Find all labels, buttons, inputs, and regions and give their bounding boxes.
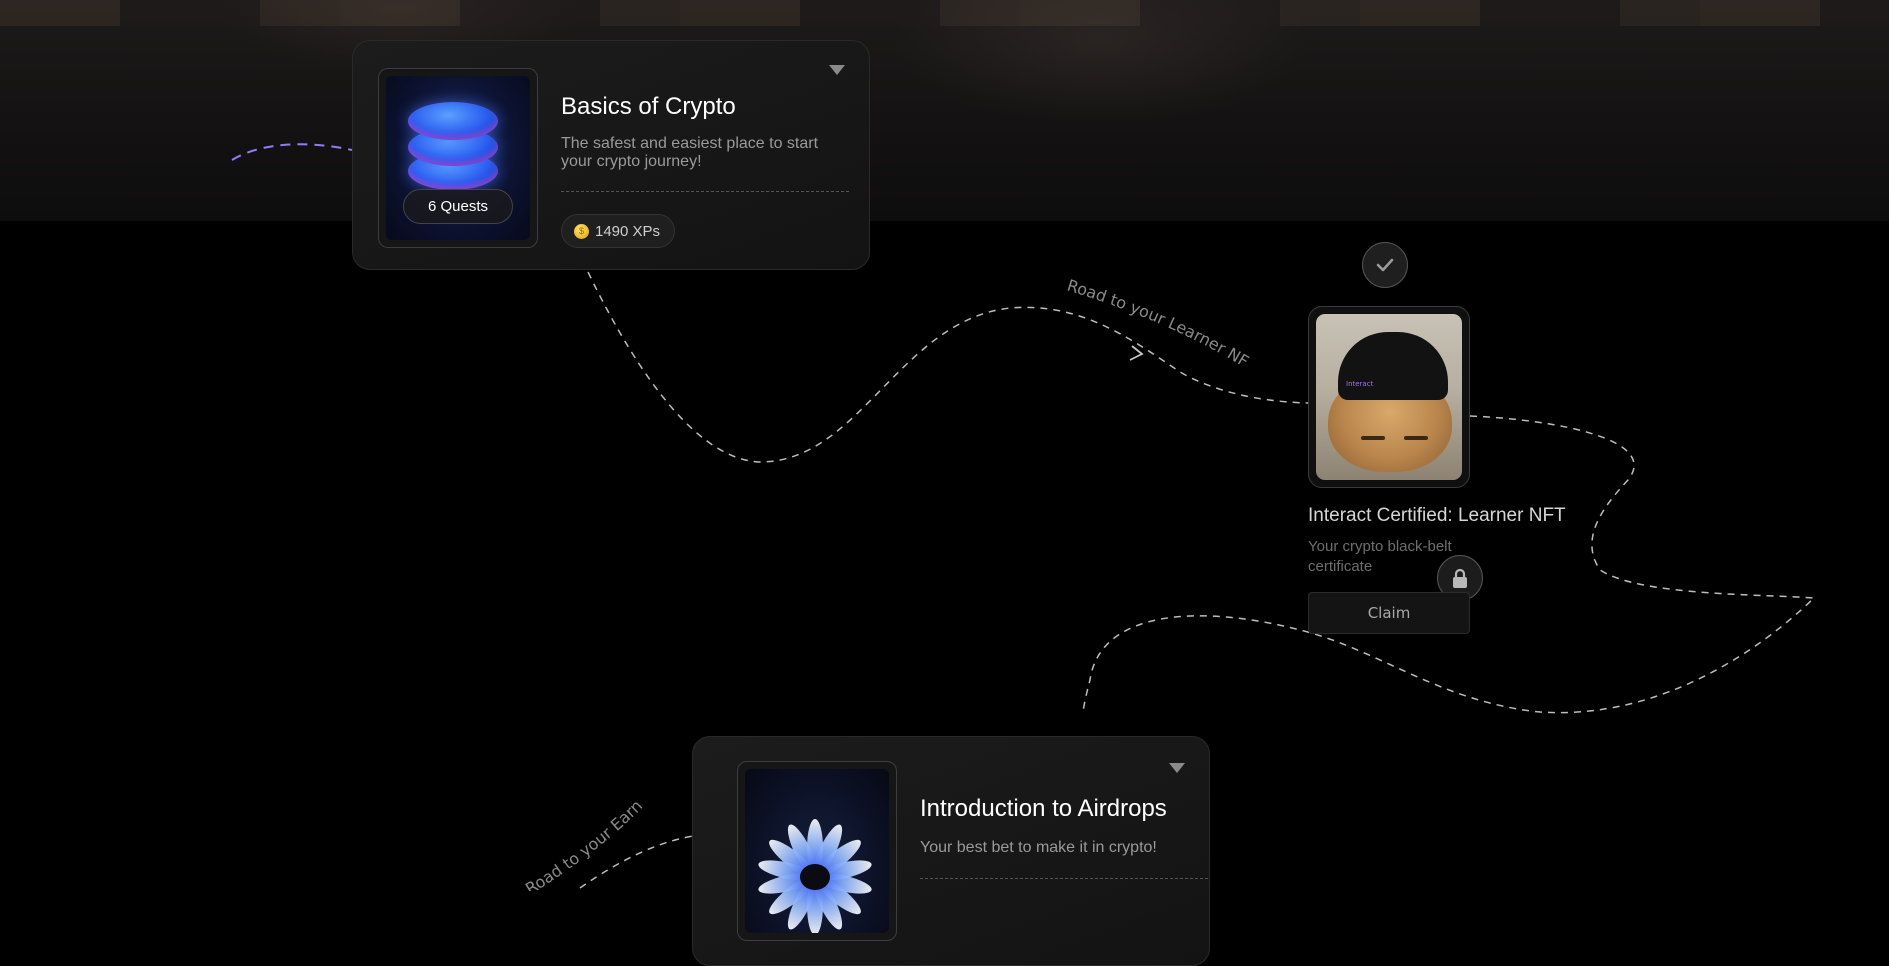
coin-icon: $ bbox=[574, 223, 589, 239]
completed-check-badge bbox=[1362, 242, 1408, 288]
course-card-basics-of-crypto[interactable]: 6 Quests Basics of Crypto The safest and… bbox=[352, 40, 870, 270]
nft-cat-image: Interact bbox=[1316, 314, 1462, 480]
flower-center bbox=[800, 864, 830, 890]
lock-icon bbox=[1453, 568, 1467, 588]
course-title: Basics of Crypto bbox=[561, 93, 736, 120]
course-thumbnail bbox=[737, 761, 897, 941]
beanie-logo: Interact bbox=[1346, 380, 1374, 388]
nft-title: Interact Certified: Learner NFT bbox=[1308, 505, 1566, 526]
card-divider bbox=[920, 878, 1208, 879]
check-icon bbox=[1376, 258, 1394, 272]
flower-icon bbox=[745, 769, 889, 933]
xp-label: 1490 XPs bbox=[595, 222, 661, 240]
learner-arrow-icon bbox=[1129, 345, 1144, 361]
nft-image-frame: Interact bbox=[1308, 306, 1470, 488]
xp-badge: $ 1490 XPs bbox=[561, 214, 676, 248]
intro-path-segment bbox=[231, 143, 353, 161]
course-title: Introduction to Airdrops bbox=[920, 795, 1167, 822]
course-description: The safest and easiest place to start yo… bbox=[561, 135, 819, 170]
quests-count-badge: 6 Quests bbox=[402, 189, 514, 224]
caret-down-icon[interactable] bbox=[1169, 763, 1185, 773]
course-card-introduction-to-airdrops[interactable]: Introduction to Airdrops Your best bet t… bbox=[692, 736, 1210, 966]
caret-down-icon[interactable] bbox=[829, 65, 845, 75]
course-description: Your best bet to make it in crypto! bbox=[920, 839, 1157, 856]
claim-button[interactable]: Claim bbox=[1308, 592, 1470, 634]
learner-path-segment bbox=[587, 271, 1309, 463]
card-divider bbox=[561, 191, 849, 192]
course-thumbnail: 6 Quests bbox=[378, 68, 538, 248]
